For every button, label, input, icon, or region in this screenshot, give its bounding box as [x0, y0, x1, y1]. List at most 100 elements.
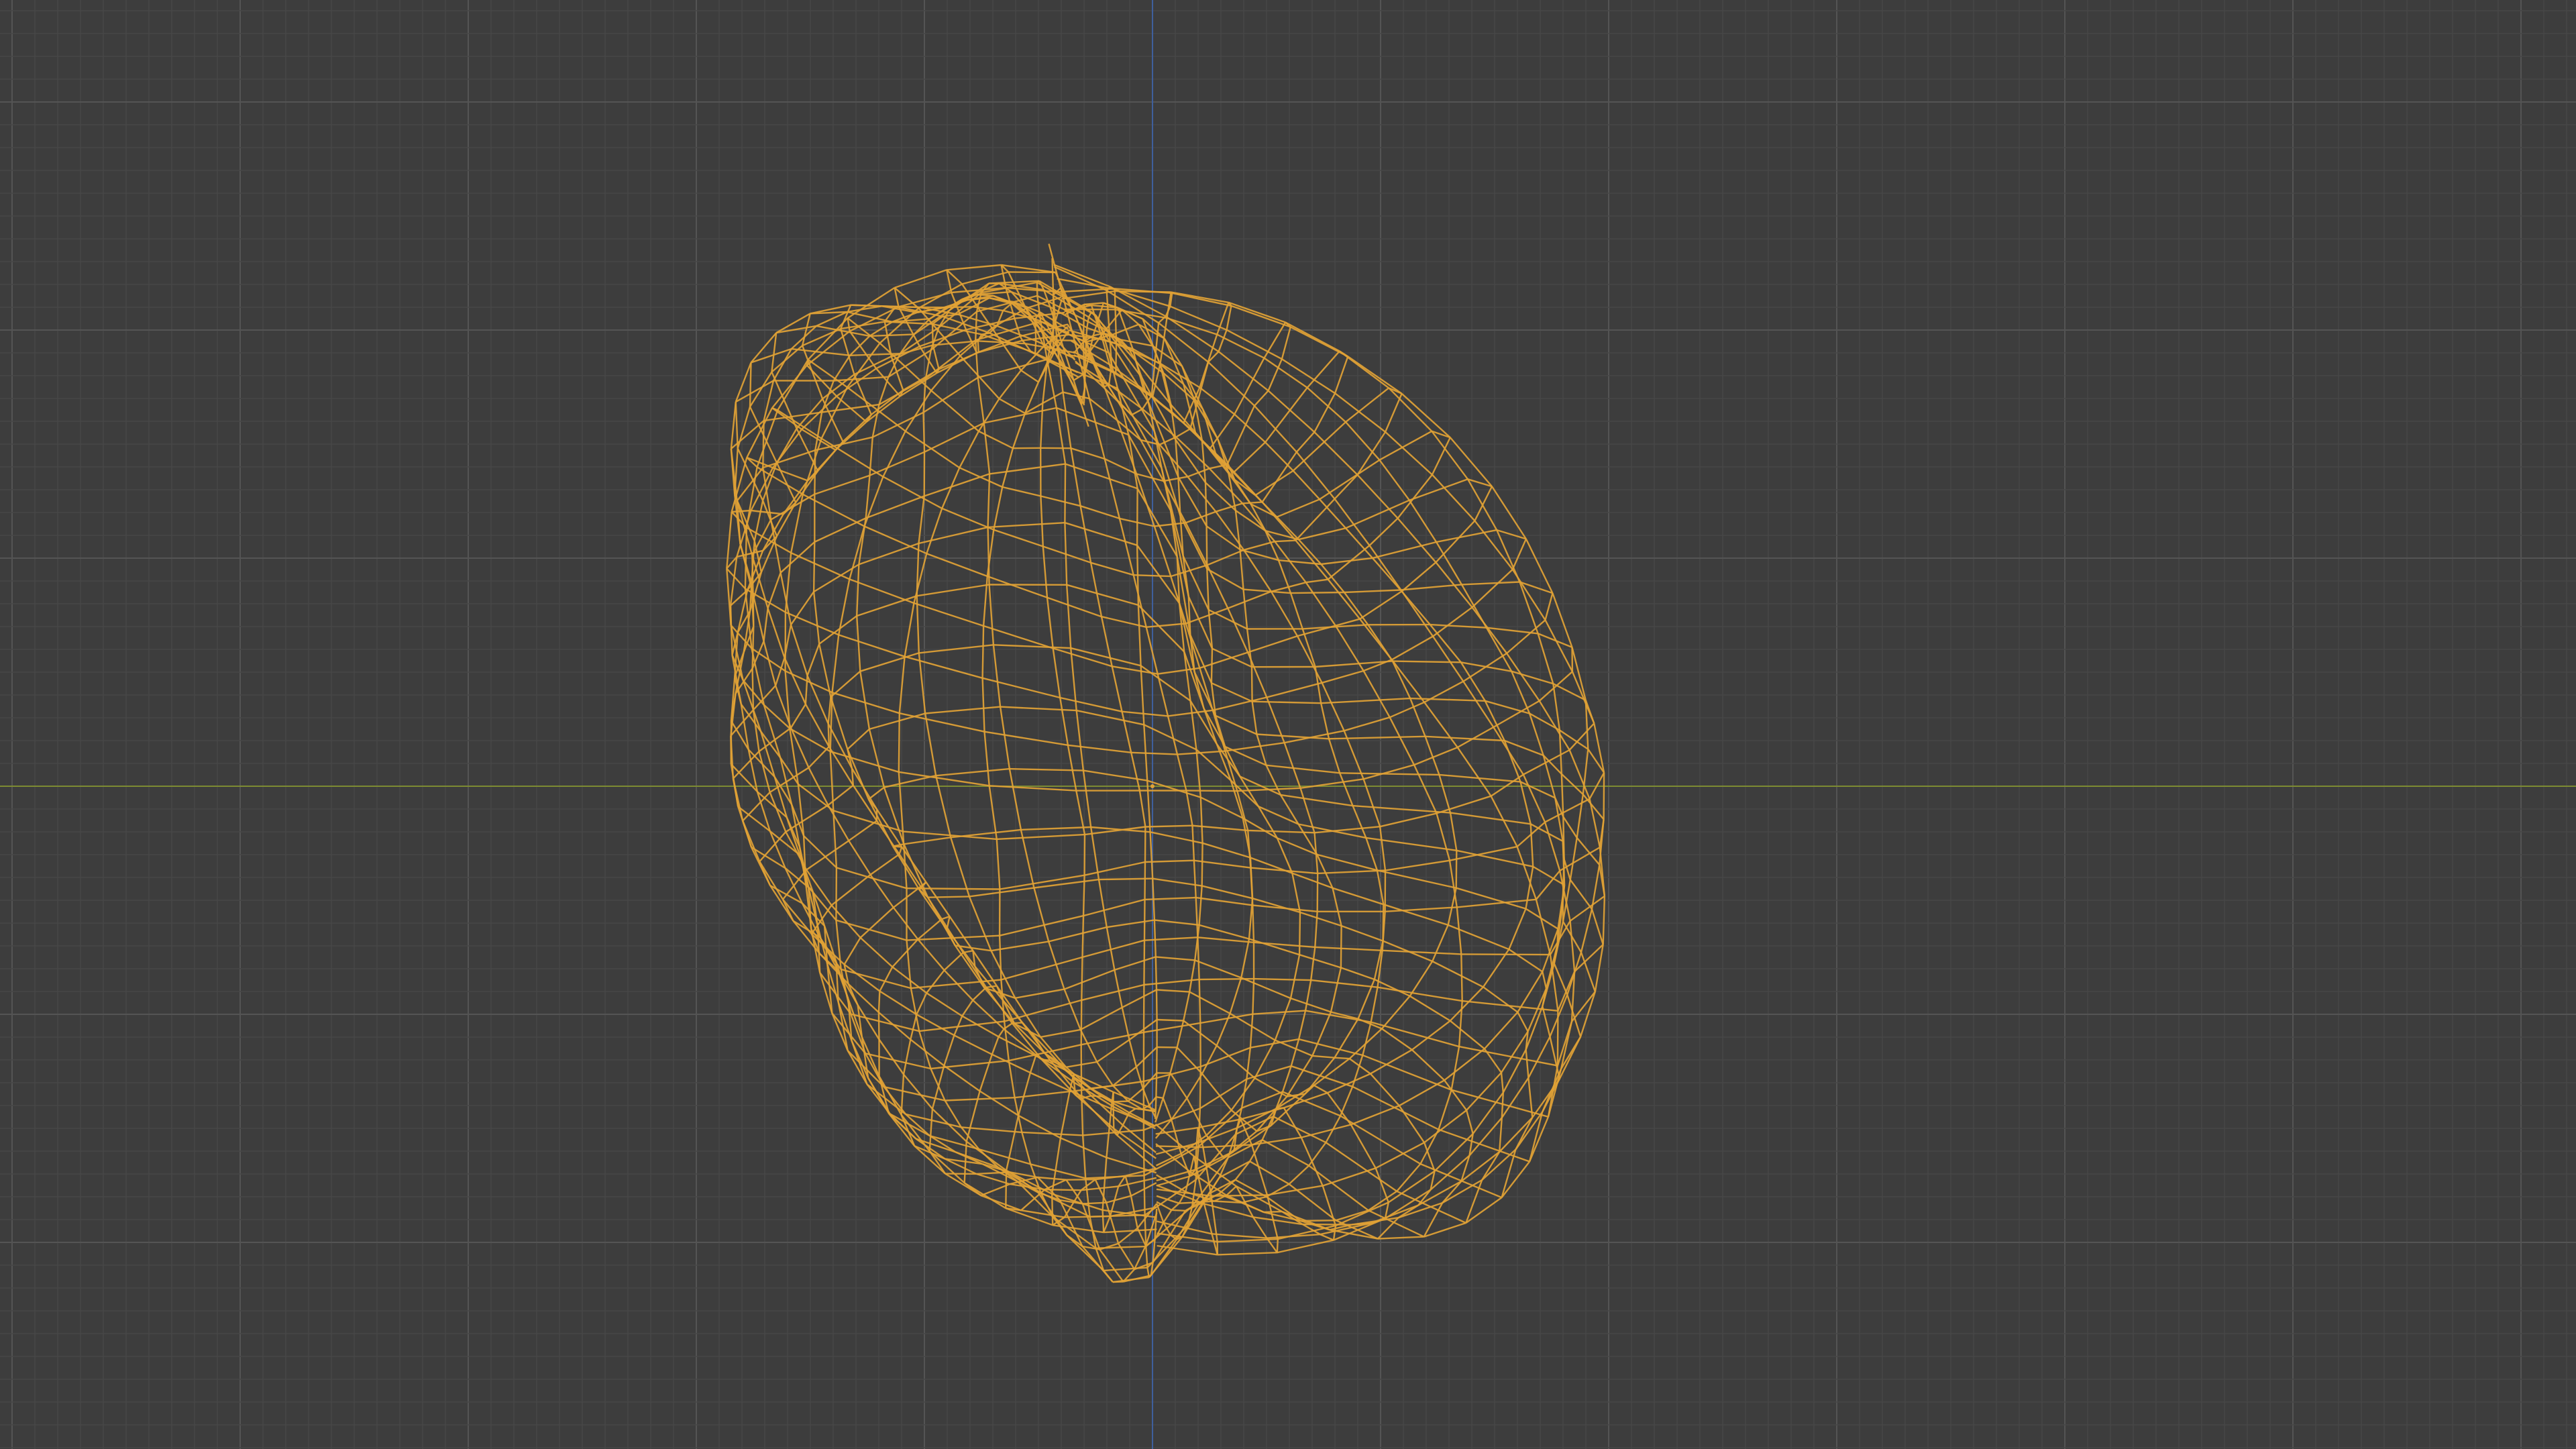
mesh-edge — [943, 1034, 955, 1066]
mesh-edge — [964, 1182, 1006, 1210]
mesh-edge — [1313, 1084, 1328, 1094]
mesh-edge — [859, 652, 920, 672]
mesh-edge — [1500, 1072, 1504, 1093]
mesh-edge — [1366, 837, 1457, 851]
mesh-edge — [1511, 671, 1531, 714]
mesh-edge — [1012, 413, 1026, 449]
mesh-edge — [1037, 1176, 1067, 1181]
mesh-edge — [1589, 798, 1601, 848]
mesh-edge — [1365, 837, 1379, 871]
mesh-edge — [1538, 671, 1573, 702]
mesh-edge — [1067, 744, 1132, 753]
mesh-edge — [1040, 496, 1044, 547]
mesh-edge — [1262, 1139, 1309, 1167]
mesh-edge — [1538, 633, 1572, 649]
mesh-edge — [1383, 904, 1448, 926]
mesh-edge — [1327, 1073, 1371, 1094]
mesh-edge — [1136, 545, 1181, 604]
mesh-edge — [1156, 1096, 1163, 1099]
mesh-edge — [998, 370, 1022, 400]
mesh-edge — [1218, 329, 1228, 352]
mesh-edge — [1484, 1011, 1519, 1050]
mesh-edge — [1370, 1073, 1400, 1107]
mesh-edge — [1392, 660, 1461, 663]
mesh-edge — [1368, 517, 1399, 546]
mesh-edge — [838, 634, 905, 657]
mesh-edge — [830, 751, 900, 773]
mesh-edge — [1298, 823, 1366, 839]
mesh-edge — [1234, 510, 1241, 550]
mesh-edge — [1306, 387, 1346, 423]
mesh-edge — [1203, 1144, 1252, 1148]
mesh-edge — [1252, 1216, 1268, 1239]
mesh-edge — [1375, 1142, 1425, 1169]
mesh-edge — [1252, 905, 1255, 943]
mesh-edge — [1137, 604, 1142, 666]
mesh-edge — [1099, 1242, 1119, 1250]
mesh-edge — [1131, 751, 1178, 755]
mesh-edge — [1450, 812, 1531, 825]
mesh-edge — [1345, 499, 1410, 529]
mesh-edge — [1042, 546, 1049, 598]
mesh-edge — [1425, 735, 1505, 742]
mesh-edge — [790, 704, 806, 729]
mesh-edge — [1153, 526, 1172, 577]
mesh-edge — [1114, 969, 1123, 1008]
mesh-edge — [1381, 996, 1411, 1030]
mesh-edge — [1236, 790, 1249, 831]
mesh-edge — [1114, 956, 1157, 971]
mesh-edge — [856, 616, 861, 672]
mesh-edge — [1273, 1116, 1327, 1144]
mesh-edge — [1146, 780, 1201, 798]
mesh-edge — [835, 867, 838, 920]
mesh-edge — [1021, 1132, 1032, 1165]
mesh-edge — [1020, 829, 1035, 888]
mesh-edge — [1417, 1189, 1432, 1206]
mesh-edge — [847, 729, 870, 750]
mesh-edge — [1368, 1190, 1397, 1212]
mesh-edge — [1396, 1163, 1421, 1192]
mesh-edge — [1171, 292, 1232, 307]
mesh-edge — [1501, 1077, 1529, 1118]
mesh-edge — [820, 380, 835, 413]
viewport-canvas[interactable] — [0, 0, 2576, 1449]
mesh-edge — [1535, 899, 1552, 955]
mesh-edge — [1201, 885, 1253, 900]
mesh-edge — [1079, 1029, 1098, 1063]
mesh-edge — [841, 321, 885, 330]
mesh-edge — [1311, 1012, 1332, 1057]
mesh-edge — [931, 323, 934, 345]
mesh-edge — [762, 449, 816, 469]
mesh-edge — [1252, 1216, 1303, 1226]
mesh-edge — [1171, 291, 1229, 304]
mesh-edge — [1057, 339, 1075, 341]
mesh-edge — [963, 950, 973, 954]
mesh-edge — [1114, 290, 1171, 293]
mesh-edge — [1104, 1267, 1148, 1272]
mesh-edge — [1136, 488, 1178, 557]
mesh-edge — [1571, 991, 1596, 1022]
mesh-edge — [1005, 1207, 1053, 1226]
mesh-edge — [1150, 831, 1203, 844]
mesh-edge — [1254, 1077, 1287, 1097]
3d-viewport[interactable] — [0, 0, 2576, 1449]
mesh-edge — [812, 591, 820, 645]
mesh-edge — [1325, 1142, 1397, 1192]
mesh-edge — [1344, 589, 1401, 594]
mesh-edge — [849, 526, 865, 580]
mesh-edge — [1328, 738, 1341, 773]
mesh-edge — [905, 430, 960, 469]
mesh-edge — [1205, 526, 1208, 570]
mesh-edge — [1230, 305, 1291, 328]
mesh-edge — [1436, 813, 1451, 861]
mesh-edge — [1432, 960, 1484, 988]
mesh-edge — [827, 804, 850, 841]
mesh-edge — [1280, 794, 1353, 807]
mesh-edge — [1239, 549, 1244, 590]
mesh-edge — [735, 362, 752, 402]
mesh-edge — [1377, 986, 1462, 1002]
mesh-edge — [1562, 816, 1578, 839]
mesh-edge — [1254, 977, 1311, 981]
mesh-edge — [1372, 541, 1437, 559]
mesh-edge — [1389, 701, 1425, 718]
